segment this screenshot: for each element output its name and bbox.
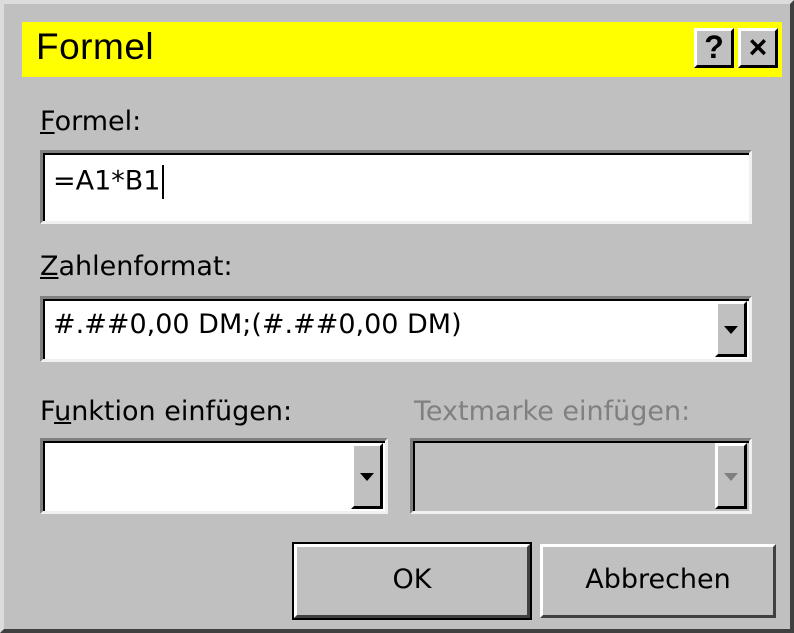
- insert-function-combobox[interactable]: [40, 438, 388, 514]
- insert-bookmark-label: Textmarke einfügen:: [414, 396, 691, 427]
- close-icon: ×: [748, 29, 768, 65]
- number-format-label-accelerator: Z: [40, 251, 59, 282]
- close-button[interactable]: ×: [738, 28, 778, 68]
- insert-function-label-accelerator: u: [54, 396, 72, 427]
- formula-label-text: ormel:: [54, 106, 142, 137]
- number-format-label: Zahlenformat:: [40, 251, 233, 282]
- chevron-down-icon: [724, 473, 738, 481]
- cancel-button[interactable]: Abbrechen: [540, 544, 776, 618]
- formula-input[interactable]: =A1*B1: [40, 150, 752, 224]
- formula-input-text: =A1*B1: [53, 165, 165, 199]
- insert-function-label-text: nktion einfügen:: [71, 396, 293, 427]
- number-format-combobox[interactable]: #.##0,00 DM;(#.##0,00 DM): [40, 296, 752, 362]
- chevron-down-icon: [360, 473, 374, 481]
- number-format-label-text: ahlenformat:: [58, 251, 233, 282]
- insert-bookmark-combobox: [410, 438, 752, 514]
- dialog-title: Formel: [36, 26, 155, 67]
- insert-bookmark-dropdown-button: [715, 443, 747, 509]
- text-caret: [162, 165, 165, 199]
- formula-value: =A1*B1: [53, 165, 161, 197]
- formula-label-accelerator: F: [40, 106, 55, 137]
- number-format-value: #.##0,00 DM;(#.##0,00 DM): [53, 309, 462, 340]
- title-bar[interactable]: Formel ? ×: [22, 22, 782, 77]
- insert-function-label-pre: F: [40, 396, 55, 427]
- chevron-down-icon: [724, 326, 738, 334]
- ok-button-label: OK: [392, 564, 432, 595]
- insert-function-label: Funktion einfügen:: [40, 396, 292, 427]
- ok-button[interactable]: OK: [292, 542, 532, 620]
- help-button[interactable]: ?: [694, 28, 734, 68]
- formula-dialog: Formel ? × Formel: =A1*B1 Zahlenformat: …: [0, 0, 794, 633]
- cancel-button-label: Abbrechen: [585, 564, 731, 595]
- insert-function-dropdown-button[interactable]: [351, 443, 383, 509]
- formula-label: Formel:: [40, 106, 141, 137]
- number-format-dropdown-button[interactable]: [715, 301, 747, 357]
- help-icon: ?: [704, 29, 724, 65]
